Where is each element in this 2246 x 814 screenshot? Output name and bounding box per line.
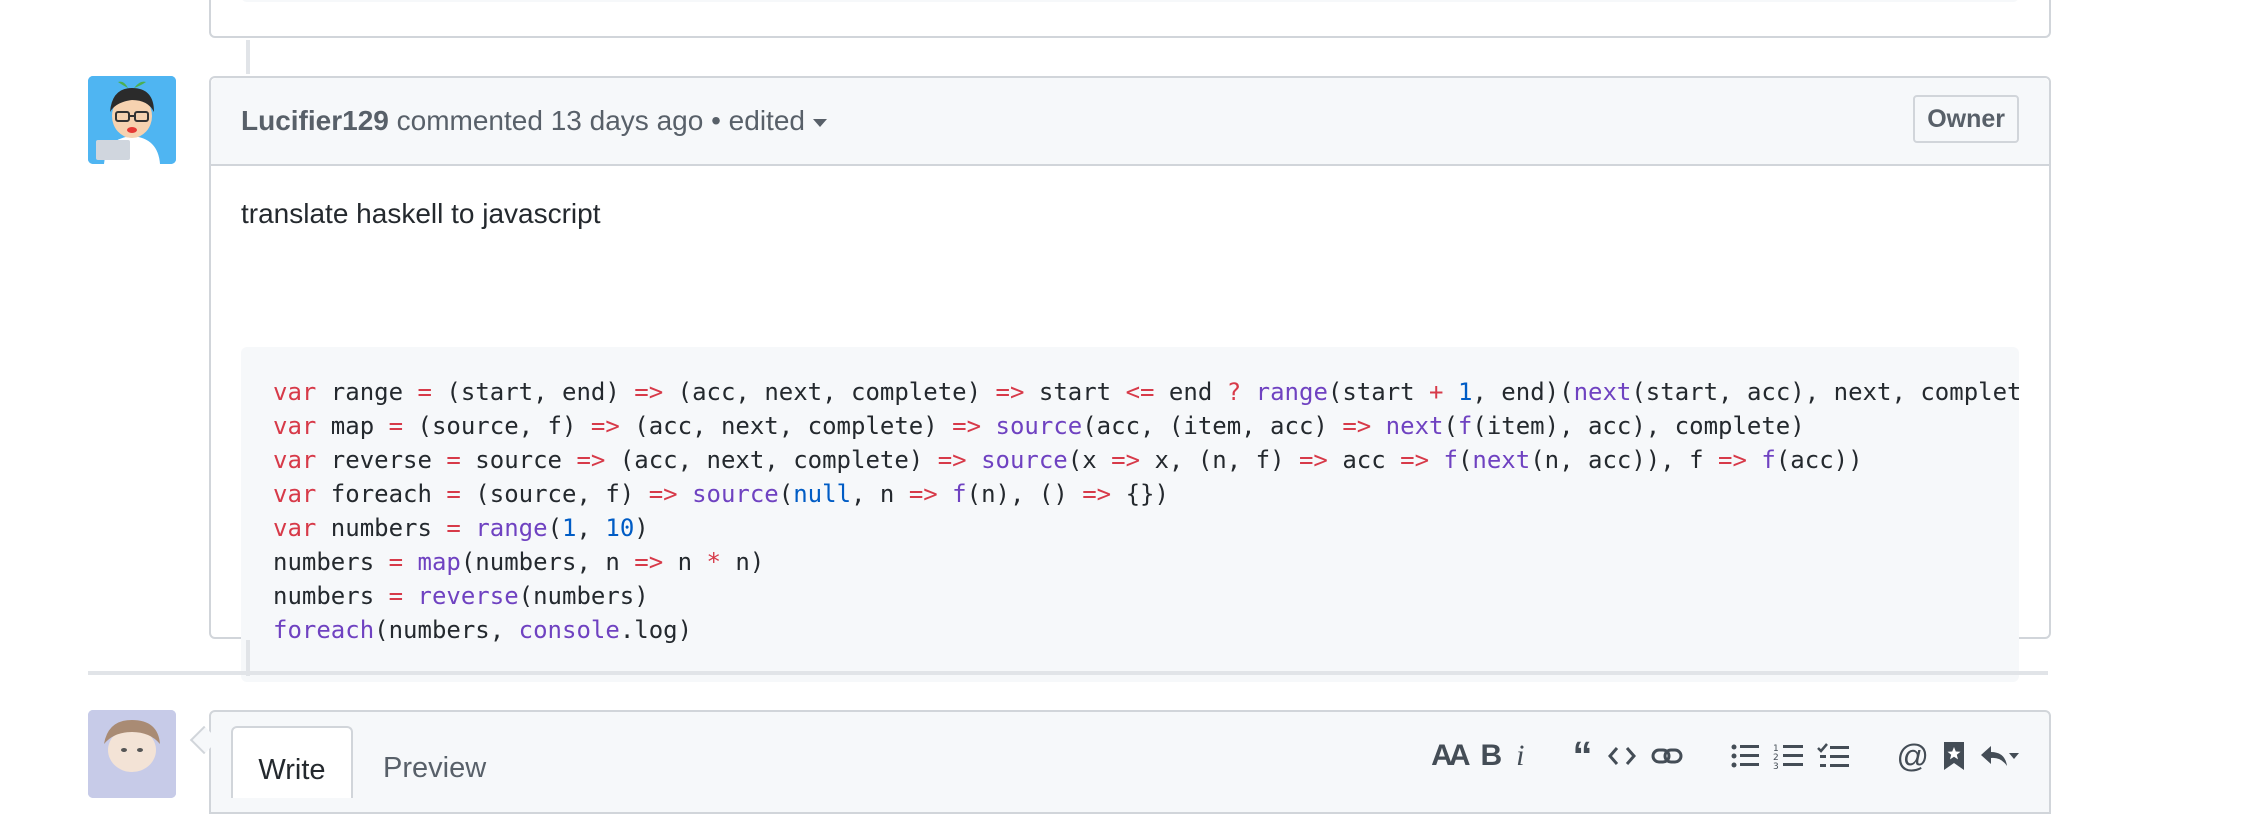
code-line-5: var numbers = range(1, 10) xyxy=(273,514,649,542)
code-content: var range = (start, end) => (acc, next, … xyxy=(273,375,2019,647)
timeline-divider xyxy=(88,671,2048,675)
comment-editor: Write Preview AA B i “ 123 @ xyxy=(209,710,2051,814)
code-line-8: foreach(numbers, console.log) xyxy=(273,616,693,644)
code-line-4: var foreach = (source, f) => source(null… xyxy=(273,480,1169,508)
tab-write[interactable]: Write xyxy=(231,726,353,798)
reply-icon[interactable] xyxy=(1979,742,2019,770)
bold-icon[interactable]: B xyxy=(1481,739,1503,773)
link-icon[interactable] xyxy=(1651,744,1683,768)
comment-timestamp[interactable]: 13 days ago xyxy=(551,105,704,136)
comment-box: Lucifier129 commented 13 days ago • edit… xyxy=(209,76,2051,682)
numbered-list-icon[interactable]: 123 xyxy=(1773,742,1803,770)
code-line-7: numbers = reverse(numbers) xyxy=(273,582,649,610)
task-list-icon[interactable] xyxy=(1816,742,1849,770)
meta-separator: • xyxy=(711,105,721,136)
tab-preview[interactable]: Preview xyxy=(383,726,486,796)
chevron-down-icon[interactable] xyxy=(812,118,827,127)
timeline-line xyxy=(246,40,250,74)
saved-reply-icon[interactable] xyxy=(1943,741,1965,771)
svg-text:3: 3 xyxy=(1773,762,1779,770)
owner-badge: Owner xyxy=(1913,95,2019,143)
author-avatar[interactable] xyxy=(88,76,176,164)
code-line-1: var range = (start, end) => (acc, next, … xyxy=(273,378,2019,406)
comment-header: Lucifier129 commented 13 days ago • edit… xyxy=(211,78,2049,166)
comment-text: translate haskell to javascript xyxy=(241,198,601,229)
code-icon[interactable] xyxy=(1607,744,1637,768)
code-line-3: var reverse = source => (acc, next, comp… xyxy=(273,446,1863,474)
markdown-toolbar: AA B i “ 123 @ xyxy=(1417,734,2019,779)
mention-icon[interactable]: @ xyxy=(1897,738,1929,775)
text-size-icon[interactable]: AA xyxy=(1431,739,1470,773)
code-line-6: numbers = map(numbers, n => n * n) xyxy=(273,548,765,576)
edited-label[interactable]: edited xyxy=(729,105,805,136)
code-line-2: var map = (source, f) => (acc, next, com… xyxy=(273,412,1805,440)
quote-icon[interactable]: “ xyxy=(1573,734,1593,779)
code-block: var range = (start, end) => (acc, next, … xyxy=(241,347,2019,682)
bullet-list-icon[interactable] xyxy=(1731,743,1759,769)
comment-meta: Lucifier129 commented 13 days ago • edit… xyxy=(241,105,827,137)
current-user-avatar[interactable] xyxy=(88,710,176,798)
author-link[interactable]: Lucifier129 xyxy=(241,105,389,136)
previous-comment-box xyxy=(209,0,2051,38)
comment-action: commented xyxy=(396,105,543,136)
italic-icon[interactable]: i xyxy=(1516,739,1524,773)
edited-dropdown[interactable]: edited xyxy=(729,105,827,136)
